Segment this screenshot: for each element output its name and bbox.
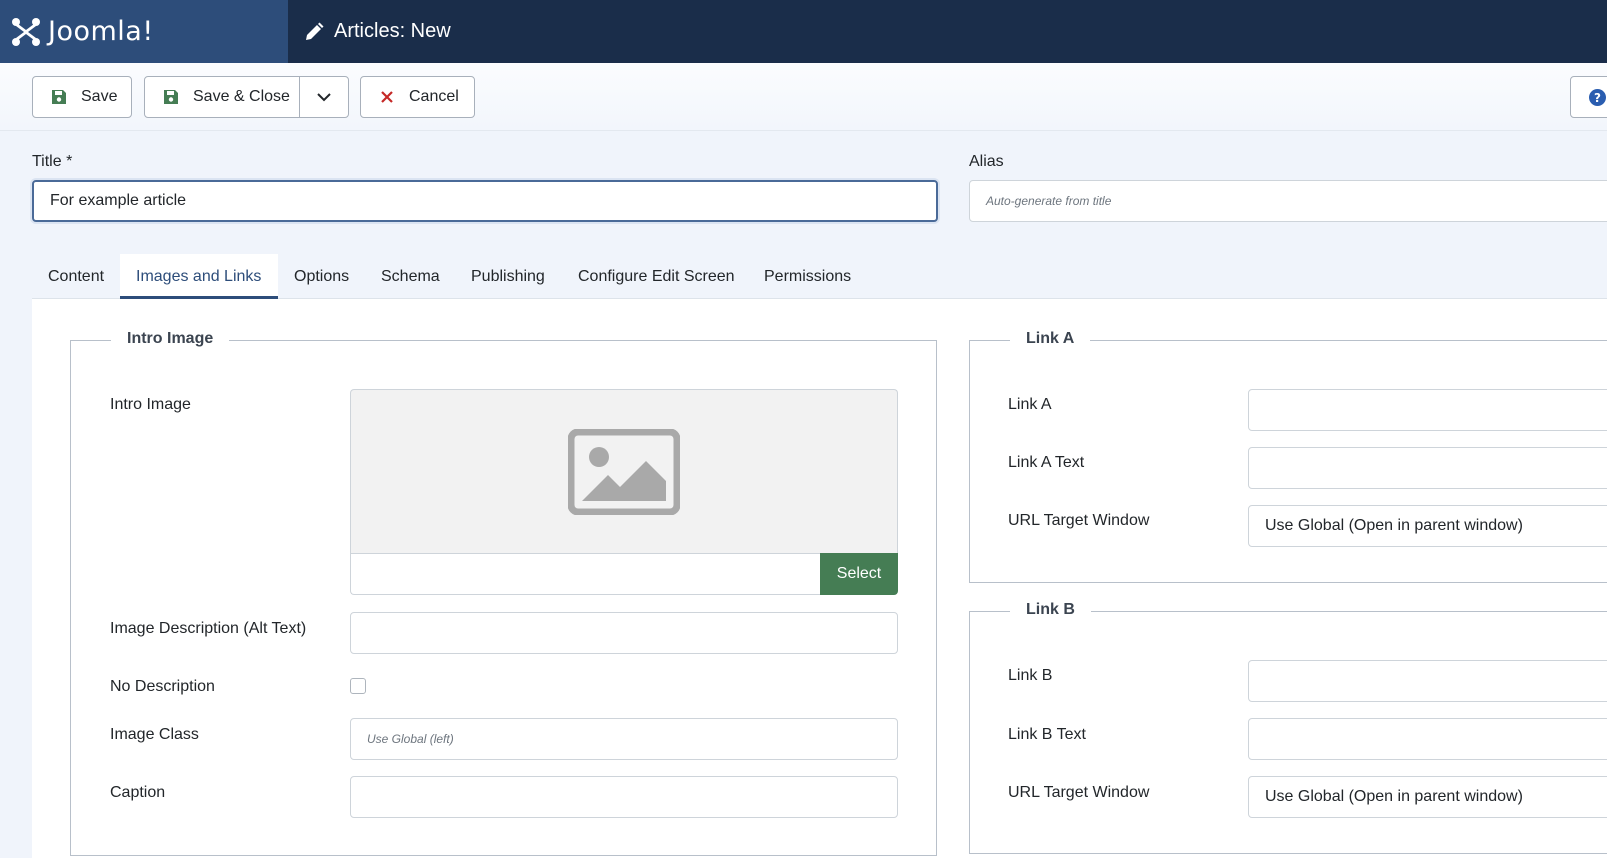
intro-image-label: Intro Image (110, 396, 191, 413)
image-path-input[interactable] (350, 553, 820, 595)
tab-publishing[interactable]: Publishing (455, 254, 562, 299)
link-b-label: Link B (1008, 667, 1053, 684)
tab-permissions[interactable]: Permissions (748, 254, 868, 299)
title-input-value: For example article (50, 192, 187, 209)
help-icon: ? (1589, 88, 1606, 106)
caption-label: Caption (110, 784, 166, 801)
save-options-dropdown[interactable] (300, 77, 348, 117)
logo[interactable]: Joomla! (0, 0, 288, 63)
link-a-target-select[interactable]: Use Global (Open in parent window) (1248, 505, 1607, 547)
intro-image-legend: Intro Image (111, 330, 230, 348)
title-input[interactable]: For example article (32, 180, 938, 222)
link-b-legend: Link B (1010, 601, 1091, 619)
image-class-label: Image Class (110, 726, 199, 743)
select-image-button[interactable]: Select (820, 553, 898, 595)
link-a-target-value: Use Global (Open in parent window) (1265, 517, 1523, 534)
image-class-input[interactable]: Use Global (left) (350, 718, 898, 760)
link-a-text-input[interactable] (1248, 447, 1607, 489)
link-a-label: Link A (1008, 396, 1052, 413)
close-icon (381, 91, 393, 103)
link-a-target-label: URL Target Window (1008, 512, 1150, 529)
tab-options[interactable]: Options (278, 254, 365, 299)
link-b-input[interactable] (1248, 660, 1607, 702)
tab-schema[interactable]: Schema (365, 254, 455, 299)
cancel-button-label: Cancel (409, 88, 459, 105)
help-button[interactable]: ? (1570, 76, 1607, 118)
pencil-icon (306, 22, 324, 40)
no-description-label: No Description (110, 678, 215, 695)
joomla-logo-icon (12, 17, 40, 46)
svg-text:?: ? (1594, 91, 1601, 105)
save-icon (52, 90, 66, 104)
link-b-target-value: Use Global (Open in parent window) (1265, 788, 1523, 805)
alias-label: Alias (969, 153, 1004, 170)
save-icon (164, 90, 178, 104)
title-label: Title * (32, 153, 73, 170)
logo-text: Joomla! (48, 16, 154, 47)
image-placeholder-icon (568, 428, 680, 515)
link-b-text-label: Link B Text (1008, 726, 1086, 743)
link-a-text-label: Link A Text (1008, 454, 1085, 471)
page-title-text: Articles: New (334, 20, 451, 42)
tab-bar: Content Images and Links Options Schema … (32, 254, 1607, 299)
link-b-text-input[interactable] (1248, 718, 1607, 760)
alt-text-input[interactable] (350, 612, 898, 654)
link-a-legend: Link A (1010, 330, 1091, 348)
link-a-input[interactable] (1248, 389, 1607, 431)
chevron-down-icon (317, 93, 331, 102)
alt-text-label: Image Description (Alt Text) (110, 620, 307, 637)
image-class-placeholder: Use Global (left) (367, 732, 454, 746)
save-button[interactable]: Save (32, 76, 132, 118)
toolbar: Save Save & Close Cancel ? (0, 63, 1607, 131)
alias-placeholder: Auto-generate from title (986, 194, 1112, 208)
save-close-label: Save & Close (193, 88, 290, 105)
no-description-checkbox[interactable] (350, 678, 366, 694)
app-header: Joomla! Articles: New (0, 0, 1607, 63)
caption-input[interactable] (350, 776, 898, 818)
link-b-target-select[interactable]: Use Global (Open in parent window) (1248, 776, 1607, 818)
save-button-label: Save (81, 88, 118, 105)
link-b-target-label: URL Target Window (1008, 784, 1150, 801)
save-close-button[interactable]: Save & Close (144, 76, 349, 118)
image-preview (350, 389, 898, 553)
cancel-button[interactable]: Cancel (360, 76, 475, 118)
page-title: Articles: New (304, 20, 451, 43)
tab-content[interactable]: Content (32, 254, 120, 299)
tab-configure-edit-screen[interactable]: Configure Edit Screen (562, 254, 748, 299)
tab-images-and-links[interactable]: Images and Links (120, 254, 278, 299)
alias-input[interactable]: Auto-generate from title (969, 180, 1607, 222)
